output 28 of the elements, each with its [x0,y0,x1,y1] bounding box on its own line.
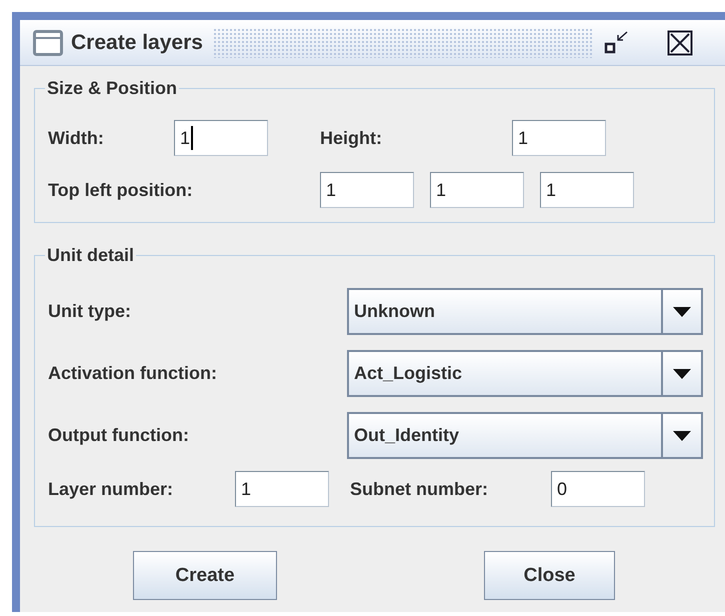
input-field[interactable]: 0 [551,471,645,507]
dropdown[interactable]: Unknown [347,288,703,335]
window-icon [33,30,63,56]
input-field[interactable]: 1 [174,120,268,156]
dialog-button[interactable]: Create [133,551,277,600]
field-label: Width: [48,128,105,148]
input-field[interactable]: 1 [430,172,524,208]
input-field[interactable]: 1 [512,120,606,156]
field-label: Subnet number: [350,478,489,500]
window-title: Create layers [71,30,203,54]
group-title: Unit detail [46,245,136,266]
dropdown[interactable]: Out_Identity [347,412,703,459]
field-label: Height: [320,128,383,148]
field-label: Top left position: [48,180,194,200]
dropdown[interactable]: Act_Logistic [347,350,703,397]
field-label: Activation function: [48,363,218,384]
caret-icon [673,430,691,440]
field-label: Unit type: [48,301,132,322]
field-label: Layer number: [48,478,174,500]
caret-icon [673,306,691,316]
input-field[interactable]: 1 [320,172,414,208]
group-title: Size & Position [46,78,178,99]
caret-icon [673,368,691,378]
input-field[interactable]: 1 [540,172,634,208]
close-icon[interactable] [666,30,693,56]
dialog-button[interactable]: Close [484,551,615,600]
input-field[interactable]: 1 [235,471,329,507]
field-label: Output function: [48,425,190,446]
